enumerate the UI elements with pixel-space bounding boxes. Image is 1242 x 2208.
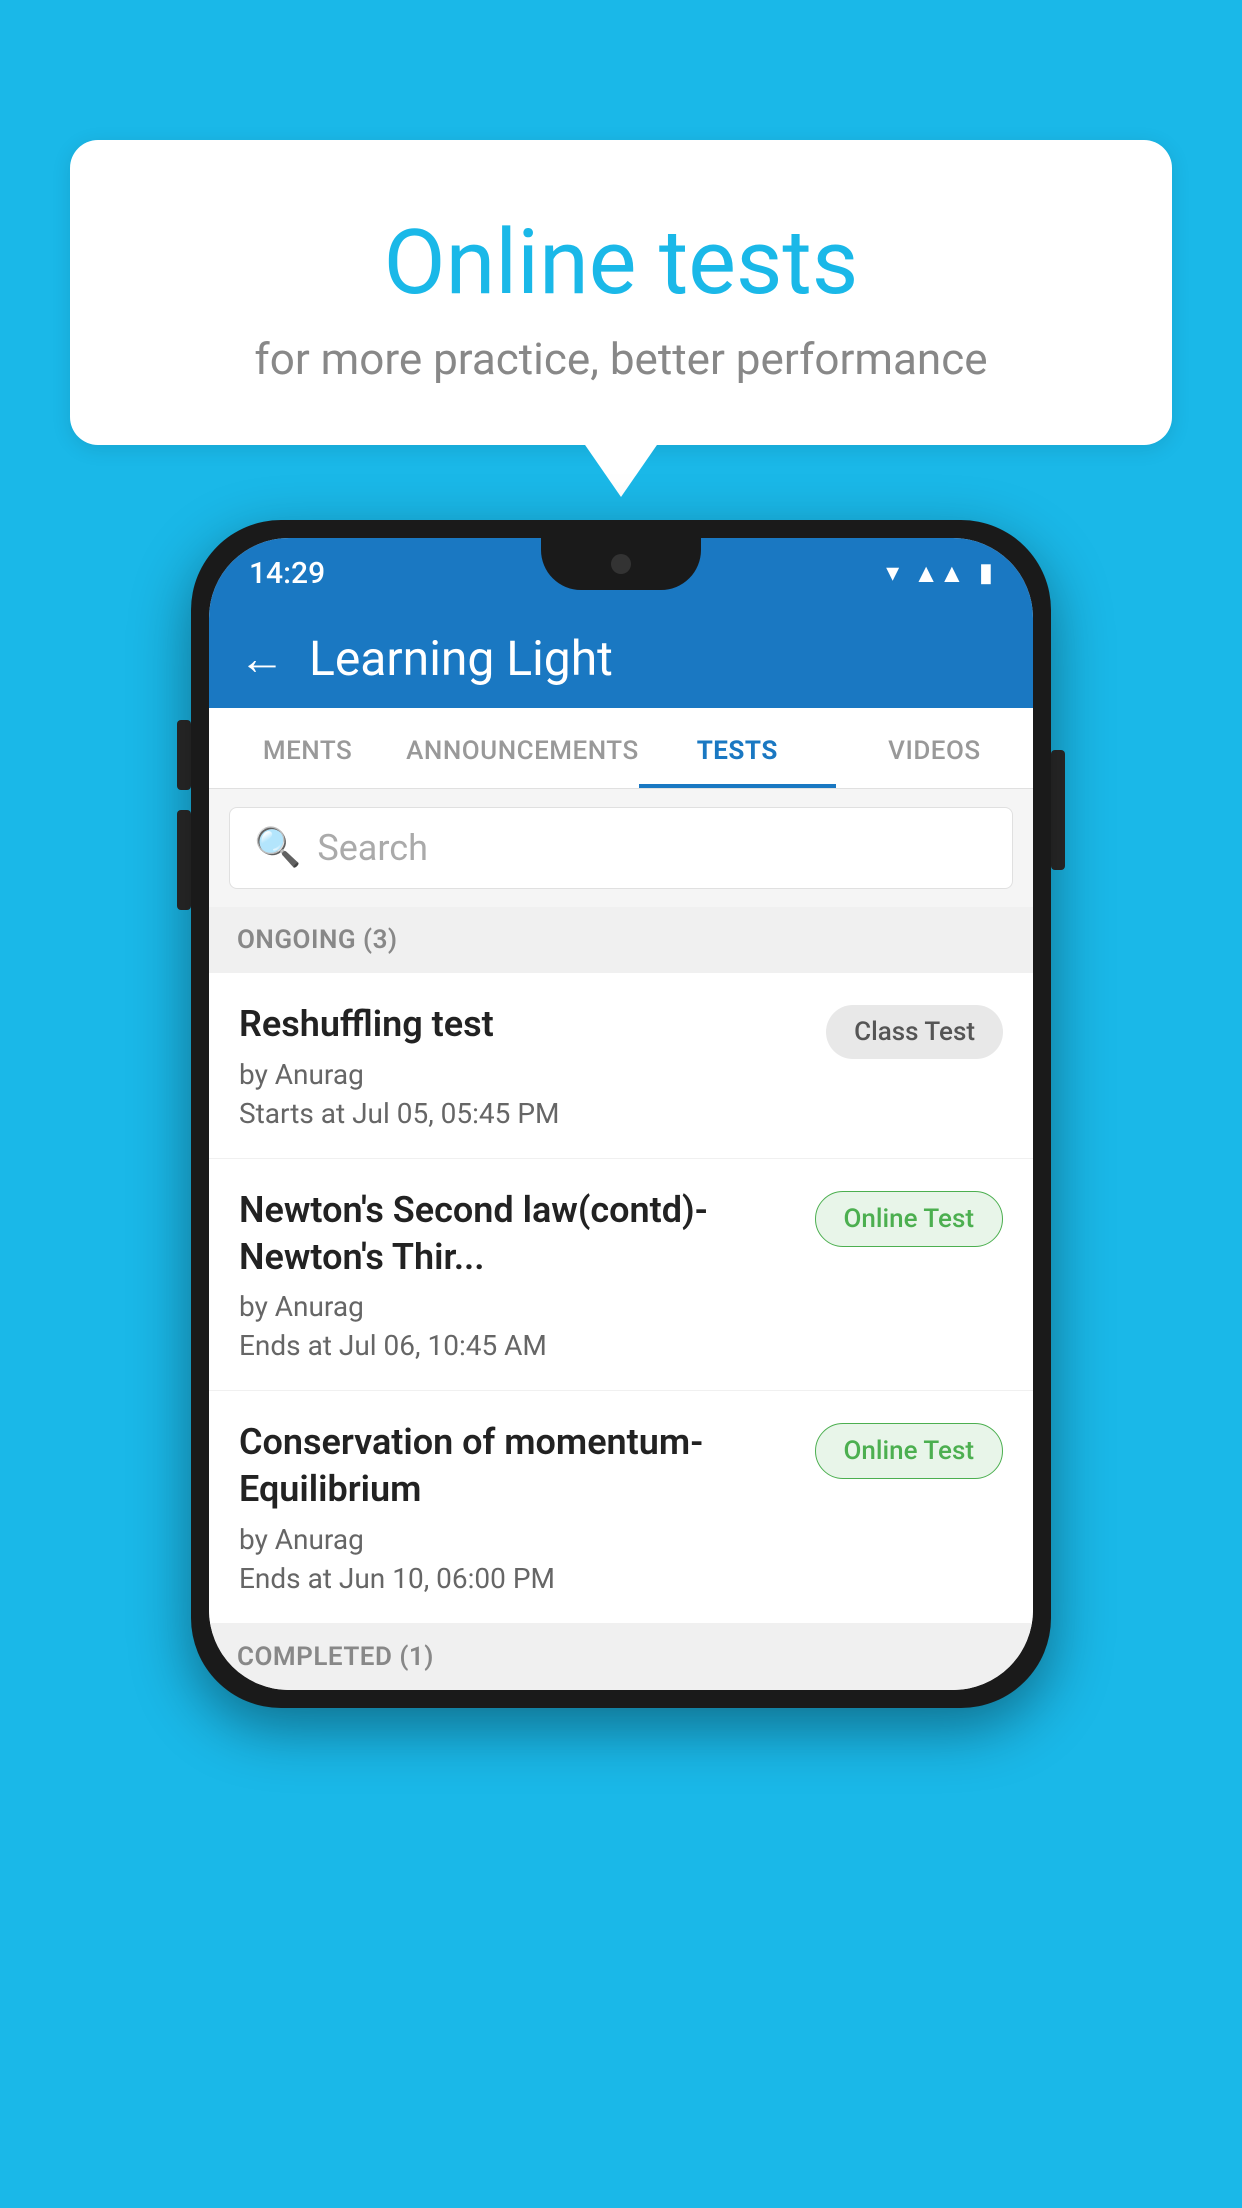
signal-icon: ▲▲ [913,558,964,589]
test-time: Ends at Jul 06, 10:45 AM [239,1329,795,1362]
search-container: 🔍 Search [209,789,1033,907]
online-test-badge-2: Online Test [815,1423,1004,1479]
phone-outer: 14:29 ▾ ▲▲ ▮ ← Learning Light [191,520,1051,1708]
completed-section-title: COMPLETED (1) [237,1642,434,1672]
test-info: Newton's Second law(contd)-Newton's Thir… [239,1187,815,1363]
test-time: Ends at Jun 10, 06:00 PM [239,1562,795,1595]
test-title: Newton's Second law(contd)-Newton's Thir… [239,1187,795,1281]
status-icons: ▾ ▲▲ ▮ [886,558,993,589]
online-test-badge: Online Test [815,1191,1004,1247]
test-time: Starts at Jul 05, 05:45 PM [239,1097,806,1130]
power-button [1051,750,1065,870]
app-title: Learning Light [309,630,613,687]
app-header: ← Learning Light [209,608,1033,708]
class-test-badge: Class Test [826,1005,1003,1059]
battery-icon: ▮ [979,558,993,588]
search-placeholder: Search [317,827,428,869]
ongoing-section-title: ONGOING (3) [237,925,398,955]
tab-announcements[interactable]: ANNOUNCEMENTS [406,708,639,788]
completed-section-header: COMPLETED (1) [209,1624,1033,1690]
test-author: by Anurag [239,1290,795,1323]
tab-tests[interactable]: TESTS [639,708,836,788]
volume-down-button [177,810,191,910]
test-info: Conservation of momentum-Equilibrium by … [239,1419,815,1595]
wifi-icon: ▾ [886,558,899,588]
notch [541,538,701,590]
test-item[interactable]: Conservation of momentum-Equilibrium by … [209,1391,1033,1624]
tabs-bar: MENTS ANNOUNCEMENTS TESTS VIDEOS [209,708,1033,789]
tab-videos[interactable]: VIDEOS [836,708,1033,788]
phone-wrapper: 14:29 ▾ ▲▲ ▮ ← Learning Light [191,520,1051,1708]
bubble-title: Online tests [150,210,1092,315]
test-item[interactable]: Newton's Second law(contd)-Newton's Thir… [209,1159,1033,1392]
bubble-subtitle: for more practice, better performance [150,333,1092,385]
status-bar: 14:29 ▾ ▲▲ ▮ [209,538,1033,608]
speech-bubble: Online tests for more practice, better p… [70,140,1172,445]
test-author: by Anurag [239,1523,795,1556]
back-button[interactable]: ← [239,631,285,686]
test-title: Reshuffling test [239,1001,806,1048]
test-info: Reshuffling test by Anurag Starts at Jul… [239,1001,826,1130]
volume-up-button [177,720,191,790]
test-title: Conservation of momentum-Equilibrium [239,1419,795,1513]
search-icon: 🔍 [254,826,301,870]
front-camera [611,554,631,574]
status-time: 14:29 [249,556,325,591]
ongoing-section-header: ONGOING (3) [209,907,1033,973]
phone-screen: 14:29 ▾ ▲▲ ▮ ← Learning Light [209,538,1033,1690]
test-author: by Anurag [239,1058,806,1091]
tab-ments[interactable]: MENTS [209,708,406,788]
test-item[interactable]: Reshuffling test by Anurag Starts at Jul… [209,973,1033,1159]
phone-frame: 14:29 ▾ ▲▲ ▮ ← Learning Light [191,520,1051,1708]
search-bar[interactable]: 🔍 Search [229,807,1013,889]
test-list: Reshuffling test by Anurag Starts at Jul… [209,973,1033,1624]
promo-section: Online tests for more practice, better p… [70,140,1172,445]
